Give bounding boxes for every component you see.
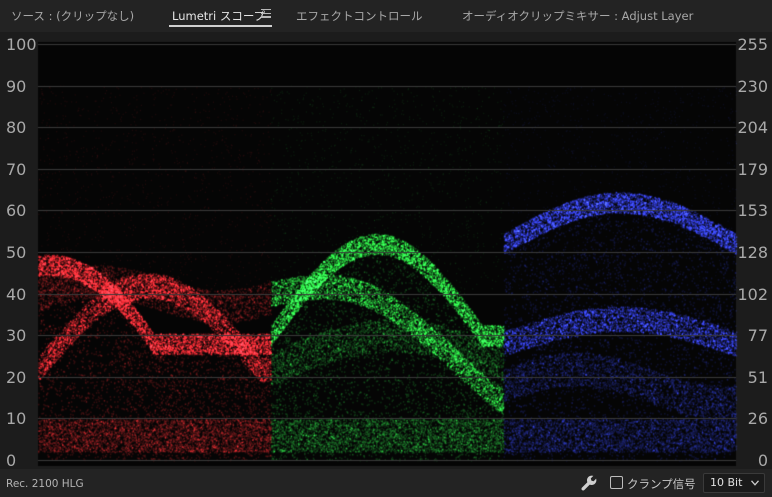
left-scale-label: 10 — [6, 409, 27, 429]
right-scale-label: 179 — [737, 159, 768, 179]
tab-lumetri-scopes[interactable]: Lumetri スコープ — [172, 8, 265, 24]
right-scale-label: 77 — [747, 326, 768, 346]
left-scale-label: 80 — [6, 118, 27, 138]
left-scale-label: 0 — [6, 451, 17, 470]
waveform-canvas — [0, 32, 772, 469]
tab-effect-controls[interactable]: エフェクトコントロール — [296, 8, 423, 24]
right-scale-label: 0 — [757, 451, 768, 470]
wrench-icon[interactable] — [580, 474, 598, 492]
right-scale-label: 26 — [747, 409, 768, 429]
right-scale-label: 128 — [737, 243, 768, 262]
left-scale-label: 20 — [6, 367, 27, 387]
left-scale-label: 60 — [6, 201, 27, 221]
clamp-signal-checkbox[interactable] — [610, 476, 623, 489]
left-scale-label: 40 — [6, 284, 27, 304]
rgb-parade-scope: 100 90 80 70 60 50 40 30 20 10 0 255 230 204 179 153 128… — [0, 32, 772, 470]
left-scale-label: 30 — [6, 326, 27, 346]
right-scale-label: 204 — [737, 118, 768, 138]
right-scale-label: 255 — [737, 35, 768, 54]
tab-audio-clip-mixer[interactable]: オーディオクリップミキサー : Adjust Layer — [462, 8, 693, 24]
panel-tab-bar: ソース : (クリップなし) Lumetri スコープ エフェクトコントロール … — [0, 0, 772, 32]
left-scale-label: 50 — [6, 243, 27, 262]
left-scale-label: 70 — [6, 159, 27, 179]
color-space-label: Rec. 2100 HLG — [6, 478, 84, 490]
active-tab-indicator — [169, 25, 272, 27]
left-scale-label: 100 — [6, 35, 37, 54]
clamp-signal-label: クランプ信号 — [627, 477, 696, 491]
tab-source[interactable]: ソース : (クリップなし) — [11, 8, 134, 24]
left-scale-label: 90 — [6, 76, 27, 96]
hamburger-menu-icon[interactable] — [261, 9, 271, 18]
right-scale-label: 230 — [737, 76, 768, 96]
right-scale-label: 51 — [747, 367, 768, 387]
right-scale-label: 153 — [737, 201, 768, 221]
bit-depth-value: 10 Bit — [710, 476, 743, 489]
bit-depth-select[interactable]: 10 Bit — [703, 473, 765, 493]
scope-status-bar: Rec. 2100 HLG クランプ信号 10 Bit — [0, 469, 772, 497]
right-scale-label: 102 — [737, 284, 768, 304]
chevron-down-icon — [751, 480, 759, 486]
